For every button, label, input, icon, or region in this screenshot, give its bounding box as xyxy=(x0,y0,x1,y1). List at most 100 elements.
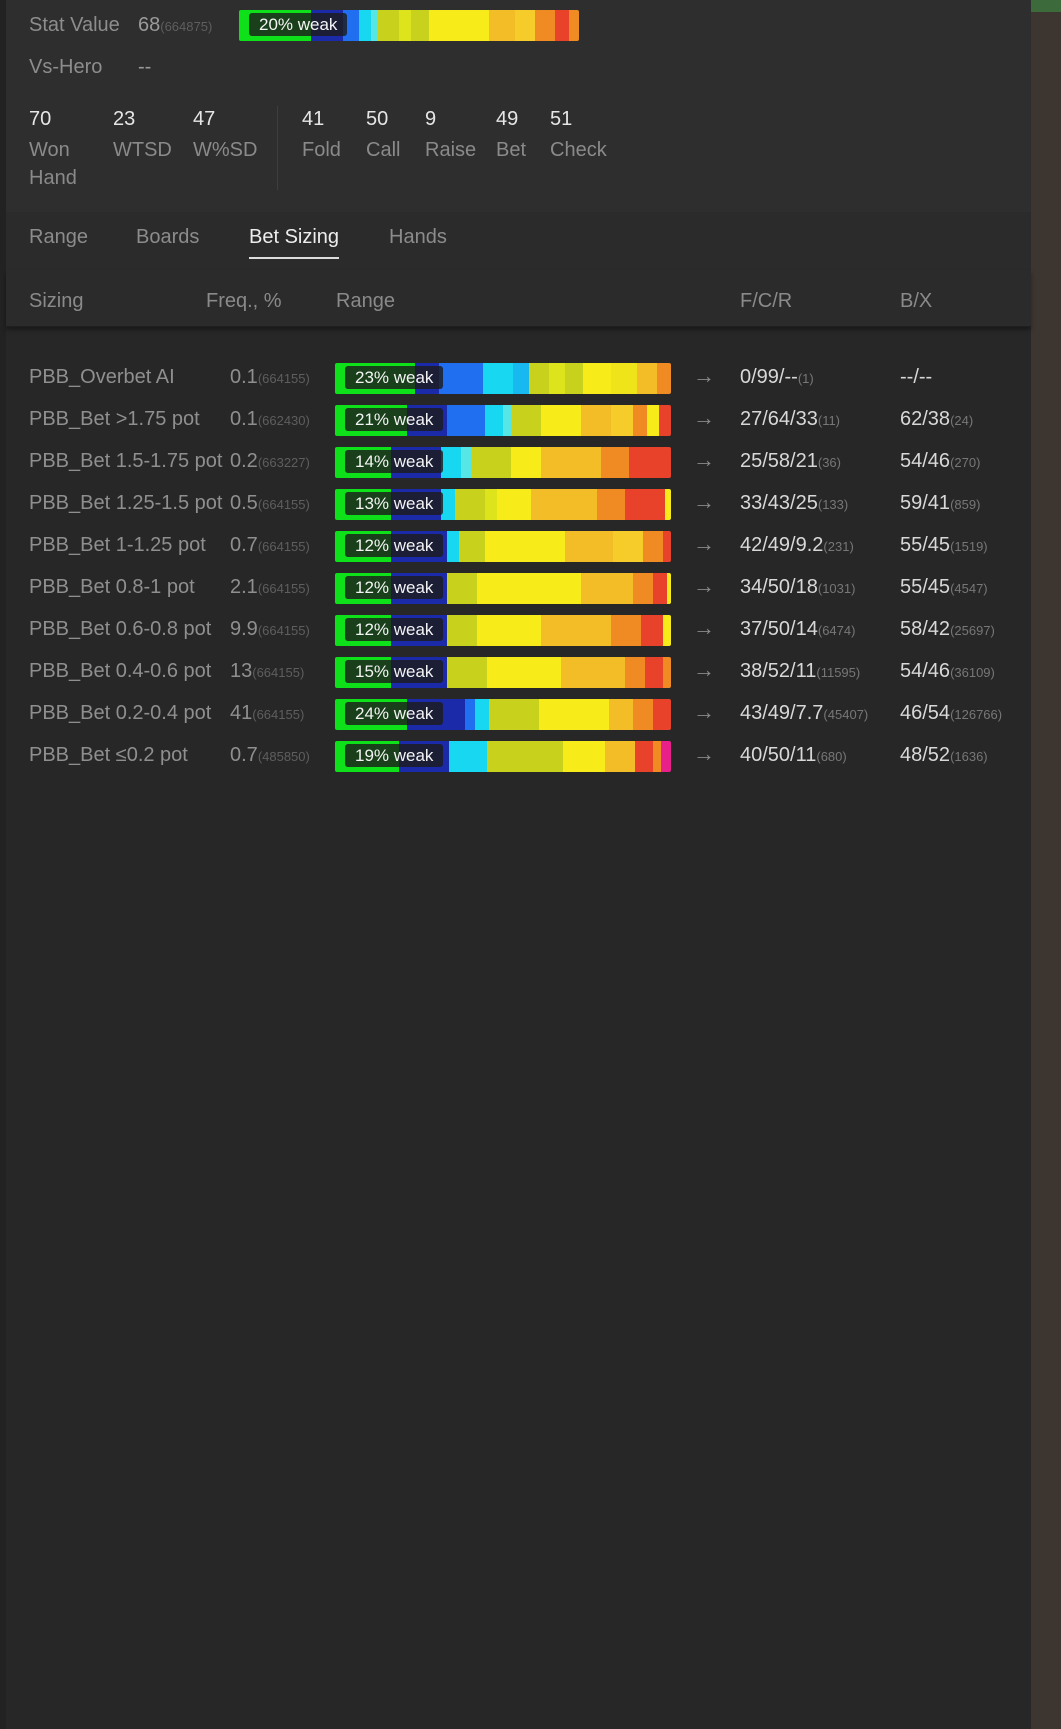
row-range-bar[interactable]: 21% weak xyxy=(335,405,671,436)
range-bar-segment xyxy=(653,699,671,730)
row-range-bar[interactable]: 12% weak xyxy=(335,531,671,562)
range-bar-segment xyxy=(535,10,555,41)
arrow-right-icon: → xyxy=(693,657,715,682)
range-bar-segment xyxy=(447,405,485,436)
row-frequency: 41(664155) xyxy=(230,702,304,725)
counter-won-hand: 70 Won Hand xyxy=(29,108,89,192)
row-frequency-value: 0.1 xyxy=(230,366,258,388)
tab-bet-sizing[interactable]: Bet Sizing xyxy=(249,226,340,259)
counter-number: 49 xyxy=(496,108,519,130)
range-bar-segment xyxy=(411,10,429,41)
row-fcr-sample: (36) xyxy=(817,455,841,470)
range-bar-segment xyxy=(465,699,475,730)
row-frequency-value: 9.9 xyxy=(230,618,258,640)
row-range-bar[interactable]: 19% weak xyxy=(335,741,671,772)
row-range-bar[interactable]: 23% weak xyxy=(335,363,671,394)
counter-label: Raise xyxy=(425,139,477,161)
row-fcr-value: 37/50/14 xyxy=(740,618,818,640)
header-sizing[interactable]: Sizing xyxy=(29,290,83,313)
row-bx-sample: (25697) xyxy=(950,623,995,638)
weak-percent-label: 21% weak xyxy=(345,408,444,431)
row-range-bar[interactable]: 24% weak xyxy=(335,699,671,730)
range-bar-segment xyxy=(561,657,625,688)
row-bx-sample: (270) xyxy=(950,455,981,470)
row-fcr: 37/50/14(6474) xyxy=(740,618,855,641)
stat-value-label: Stat Value xyxy=(29,14,120,36)
counter-number: 41 xyxy=(302,108,325,130)
row-fcr-sample: (6474) xyxy=(817,623,856,638)
header-bx[interactable]: B/X xyxy=(900,290,932,313)
row-fcr-value: 42/49/9.2 xyxy=(740,534,824,556)
table-row[interactable]: PBB_Bet 0.2-0.4 pot 41(664155) 24% weak → 43… xyxy=(0,694,1031,736)
row-range-bar[interactable]: 12% weak xyxy=(335,573,671,604)
range-bar-segment xyxy=(489,10,515,41)
range-bar-segment xyxy=(611,615,641,646)
range-bar-segment xyxy=(611,363,637,394)
range-bar-segment xyxy=(485,531,565,562)
range-bar-segment xyxy=(625,657,645,688)
row-fcr-sample: (231) xyxy=(823,539,854,554)
row-bx: 58/42(25697) xyxy=(900,618,995,641)
row-fcr: 42/49/9.2(231) xyxy=(740,534,854,557)
range-bar-segment xyxy=(441,447,461,478)
header-range[interactable]: Range xyxy=(336,290,395,313)
row-bx-sample: (36109) xyxy=(950,665,995,680)
row-bx-value: 48/52 xyxy=(900,744,951,766)
range-bar-segment xyxy=(489,699,539,730)
header-freq[interactable]: Freq., % xyxy=(206,290,282,313)
table-row[interactable]: PBB_Overbet AI 0.1(664155) 23% weak → 0/99/-… xyxy=(0,358,1031,400)
row-frequency-sample: (664155) xyxy=(257,539,310,554)
range-bar-segment xyxy=(511,447,541,478)
tab-boards[interactable]: Boards xyxy=(136,226,199,257)
range-bar-segment xyxy=(511,405,541,436)
row-frequency: 0.7(485850) xyxy=(230,744,310,767)
table-row[interactable]: PBB_Bet 0.4-0.6 pot 13(664155) 15% weak → 38… xyxy=(0,652,1031,694)
table-row[interactable]: PBB_Bet ≤0.2 pot 0.7(485850) 19% weak → 40/5… xyxy=(0,736,1031,778)
row-frequency-value: 0.7 xyxy=(230,534,258,556)
table-row[interactable]: PBB_Bet 1.25-1.5 pot 0.5(664155) 13% weak →… xyxy=(0,484,1031,526)
row-sizing-name: PBB_Overbet AI xyxy=(29,366,175,388)
row-range-bar[interactable]: 13% weak xyxy=(335,489,671,520)
row-bx: 55/45(1519) xyxy=(900,534,988,557)
row-frequency: 0.1(664155) xyxy=(230,366,310,389)
range-bar-segment xyxy=(663,657,671,688)
row-range-bar[interactable]: 14% weak xyxy=(335,447,671,478)
range-bar-segment xyxy=(487,741,563,772)
range-bar-segment xyxy=(441,489,455,520)
row-fcr-value: 38/52/11 xyxy=(740,660,817,682)
weak-percent-label: 12% weak xyxy=(345,618,444,641)
range-bar-segment xyxy=(653,741,661,772)
row-frequency-sample: (664155) xyxy=(257,581,310,596)
row-fcr-sample: (680) xyxy=(816,749,847,764)
row-fcr: 43/49/7.7(45407) xyxy=(740,702,868,725)
header-fcr[interactable]: F/C/R xyxy=(740,290,792,313)
range-bar-segment xyxy=(661,741,671,772)
table-row[interactable]: PBB_Bet 1.5-1.75 pot 0.2(663227) 14% weak →… xyxy=(0,442,1031,484)
row-sizing-name: PBB_Bet 0.6-0.8 pot xyxy=(29,618,212,640)
tab-range[interactable]: Range xyxy=(29,226,88,257)
row-fcr-sample: (1031) xyxy=(817,581,856,596)
arrow-right-icon: → xyxy=(693,615,715,640)
table-row[interactable]: PBB_Bet >1.75 pot 0.1(662430) 21% weak → 27/… xyxy=(0,400,1031,442)
range-bar-segment xyxy=(609,699,633,730)
row-range-bar[interactable]: 12% weak xyxy=(335,615,671,646)
row-sizing-name: PBB_Bet 1-1.25 pot xyxy=(29,534,206,556)
range-bar-segment xyxy=(549,363,565,394)
vs-hero-value: -- xyxy=(138,56,152,78)
row-range-bar[interactable]: 15% weak xyxy=(335,657,671,688)
counter-number: 50 xyxy=(366,108,389,130)
table-row[interactable]: PBB_Bet 0.6-0.8 pot 9.9(664155) 12% weak → 3… xyxy=(0,610,1031,652)
arrow-right-icon: → xyxy=(693,363,715,388)
range-bar-segment xyxy=(541,447,601,478)
row-sizing-name: PBB_Bet 1.25-1.5 pot xyxy=(29,492,223,514)
counter-number: 70 xyxy=(29,108,52,130)
table-row[interactable]: PBB_Bet 0.8-1 pot 2.1(664155) 12% weak → 34/… xyxy=(0,568,1031,610)
stat-range-bar[interactable]: 20% weak xyxy=(239,10,579,41)
counter-label: W%SD xyxy=(193,139,258,161)
table-row[interactable]: PBB_Bet 1-1.25 pot 0.7(664155) 12% weak → 42… xyxy=(0,526,1031,568)
range-bar-segment xyxy=(637,363,657,394)
row-frequency: 0.5(664155) xyxy=(230,492,310,515)
counter-label: Call xyxy=(366,139,401,161)
row-fcr: 33/43/25(133) xyxy=(740,492,848,515)
tab-hands[interactable]: Hands xyxy=(389,226,447,257)
